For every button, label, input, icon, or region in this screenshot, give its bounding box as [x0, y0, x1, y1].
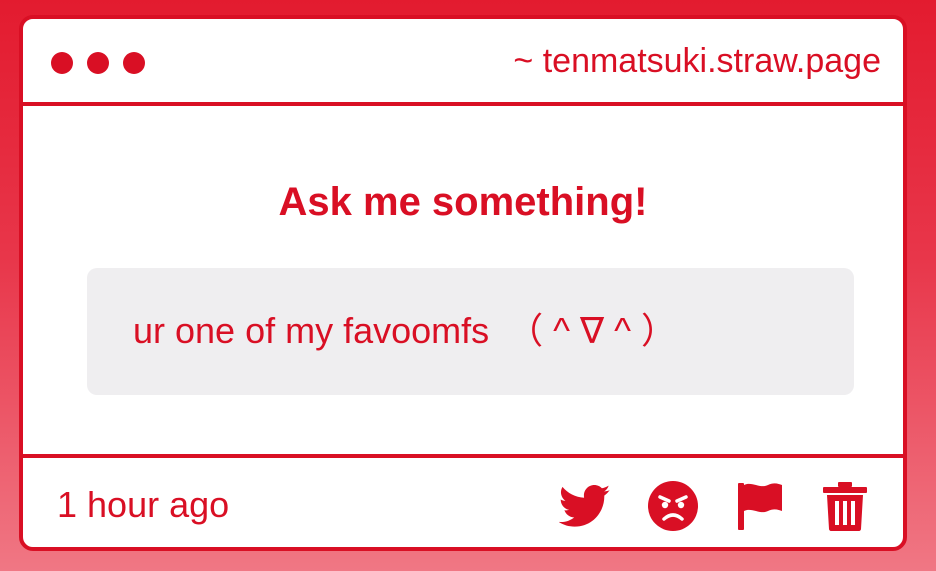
- timestamp: 1 hour ago: [57, 484, 230, 525]
- window-titlebar: ~ tenmatsuki.straw.page: [23, 19, 903, 106]
- question-box: ur one of my favoomfs （ ^ ∇ ^ ）: [87, 268, 854, 395]
- question-text: ur one of my favoomfs （ ^ ∇ ^ ）: [133, 310, 678, 351]
- window-dot: [51, 52, 73, 74]
- question-main: Ask me something! ur one of my favoomfs …: [23, 106, 903, 454]
- page-title: Ask me something!: [278, 180, 648, 224]
- window-dot: [87, 52, 109, 74]
- page-url: ~ tenmatsuki.straw.page: [513, 42, 881, 80]
- card-footer: 1 hour ago: [23, 454, 903, 547]
- window-dots: [51, 52, 145, 74]
- flag-icon: [738, 483, 782, 530]
- twitter-share-button[interactable]: [559, 480, 611, 532]
- report-button[interactable]: [734, 480, 786, 532]
- angry-reaction-button[interactable]: [647, 480, 699, 532]
- question-card: ~ tenmatsuki.straw.page Ask me something…: [19, 15, 907, 551]
- delete-button[interactable]: [819, 480, 871, 532]
- angry-face-icon: [648, 481, 698, 531]
- trash-icon: [823, 482, 867, 531]
- twitter-icon: [559, 484, 611, 527]
- window-dot: [123, 52, 145, 74]
